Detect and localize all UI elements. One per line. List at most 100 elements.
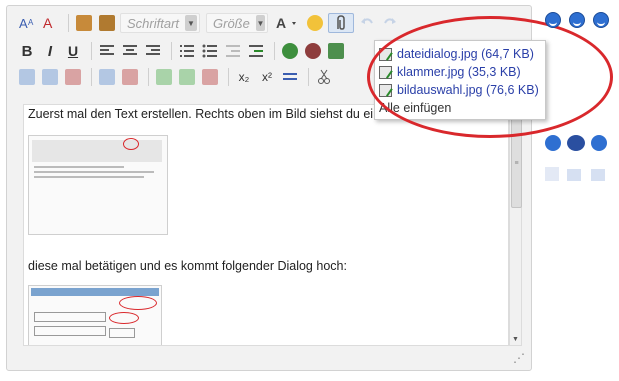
svg-text:A: A [43, 15, 53, 31]
font-size-select[interactable]: Größe ▼ [206, 13, 268, 33]
table-row-button[interactable] [40, 67, 60, 87]
smiley-icon[interactable] [591, 169, 605, 181]
chevron-down-icon: ▼ [255, 15, 265, 31]
undo-icon [361, 18, 373, 24]
numbered-list-button[interactable] [177, 41, 197, 61]
thumbnail-toolbar-area [32, 140, 162, 162]
toolbar-row-1: AA A Schriftart ▼ Größe ▼ A [17, 10, 403, 36]
font-family-select[interactable]: Schriftart ▼ [120, 13, 200, 33]
bullet-list-icon [202, 44, 217, 58]
horizontal-rule-button[interactable] [280, 67, 300, 87]
font-size-adjust-button[interactable]: AA [17, 13, 37, 33]
thumbnail-text-line [34, 171, 154, 173]
indent-button[interactable] [246, 41, 266, 61]
content-line-1: Zuerst mal den Text erstellen. Rechts ob… [28, 107, 374, 121]
attachment-button[interactable] [328, 13, 354, 33]
screenshot-thumbnail-2[interactable] [28, 285, 162, 345]
toolbar-separator [308, 68, 309, 86]
smiley-icon[interactable] [545, 167, 559, 181]
red-highlight-circle [367, 16, 613, 138]
align-right-icon [146, 45, 160, 55]
numbered-list-icon [180, 45, 194, 57]
smiley-icon[interactable] [545, 135, 561, 151]
toolbar-separator [68, 14, 69, 32]
thumbnail-highlight [119, 296, 157, 310]
redo-button[interactable] [380, 13, 400, 33]
insert-image-button[interactable] [326, 41, 346, 61]
toolbar-separator [91, 42, 92, 60]
thumbnail-button [109, 328, 135, 338]
scissors-icon [318, 69, 330, 84]
toolbar-separator [228, 68, 229, 86]
smiley-icon[interactable] [545, 12, 561, 28]
table-delete-button[interactable] [63, 67, 83, 87]
image-icon [328, 43, 344, 59]
align-left-button[interactable] [97, 41, 117, 61]
font-size-label: Größe [213, 15, 250, 31]
underline-button[interactable]: U [63, 41, 83, 61]
table-icon [19, 69, 35, 85]
delete-column-icon [202, 69, 218, 85]
table-delete-icon [65, 69, 81, 85]
paperclip-icon [337, 15, 345, 30]
editor-content[interactable]: Zuerst mal den Text erstellen. Rechts ob… [23, 104, 509, 346]
insert-row-button[interactable] [97, 67, 117, 87]
globe-icon [282, 43, 298, 59]
toolbar-separator [171, 42, 172, 60]
thumbnail-text-line [34, 166, 124, 168]
smiley-strip [545, 135, 619, 195]
superscript-button[interactable]: x² [257, 67, 277, 87]
table-button[interactable] [17, 67, 37, 87]
remove-format-button[interactable]: A [40, 13, 60, 33]
outdent-icon [226, 45, 240, 57]
italic-button[interactable]: I [40, 41, 60, 61]
unlink-icon [305, 43, 321, 59]
clipboard-icon [76, 15, 92, 31]
toolbar-separator [91, 68, 92, 86]
font-family-label: Schriftart [127, 15, 180, 31]
resize-handle-icon[interactable]: ⋰ [513, 351, 525, 365]
cut-button[interactable] [314, 67, 334, 87]
paste-button[interactable] [74, 13, 94, 33]
smiley-icon [307, 15, 323, 31]
insert-row-icon [99, 69, 115, 85]
svg-text:A: A [276, 15, 286, 31]
insert-link-button[interactable] [280, 41, 300, 61]
svg-text:A: A [19, 16, 28, 31]
align-right-button[interactable] [143, 41, 163, 61]
insert-column-button[interactable] [154, 67, 174, 87]
font-color-button[interactable]: A [274, 13, 302, 33]
smiley-icon[interactable] [569, 12, 585, 28]
smiley-panel [545, 12, 609, 28]
insert-column-after-icon [179, 69, 195, 85]
undo-button[interactable] [357, 13, 377, 33]
delete-column-button[interactable] [200, 67, 220, 87]
vertical-scrollbar[interactable]: ▲ ≡ ▼ [509, 104, 522, 346]
toolbar-separator [148, 68, 149, 86]
align-center-button[interactable] [120, 41, 140, 61]
remove-link-button[interactable] [303, 41, 323, 61]
thumbnail-highlight [123, 138, 139, 150]
delete-row-button[interactable] [120, 67, 140, 87]
smiley-icon[interactable] [567, 169, 581, 181]
toolbar-separator [274, 42, 275, 60]
insert-column-after-button[interactable] [177, 67, 197, 87]
scroll-down-arrow[interactable]: ▼ [510, 334, 521, 345]
outdent-button[interactable] [223, 41, 243, 61]
smiley-icon[interactable] [591, 135, 607, 151]
smiley-icon[interactable] [567, 135, 585, 151]
smiley-icon[interactable] [593, 12, 609, 28]
bullet-list-button[interactable] [200, 41, 220, 61]
paste-text-button[interactable] [97, 13, 117, 33]
chevron-down-icon: ▼ [185, 15, 197, 31]
toolbar-row-3: x₂ x² [17, 64, 337, 90]
screenshot-thumbnail-1[interactable] [28, 135, 168, 235]
delete-row-icon [122, 69, 138, 85]
clipboard-text-icon [99, 15, 115, 31]
align-left-icon [100, 45, 114, 55]
emoticon-button[interactable] [305, 13, 325, 33]
subscript-button[interactable]: x₂ [234, 67, 254, 87]
thumbnail-field [34, 312, 106, 322]
bold-button[interactable]: B [17, 41, 37, 61]
align-center-icon [123, 45, 137, 55]
